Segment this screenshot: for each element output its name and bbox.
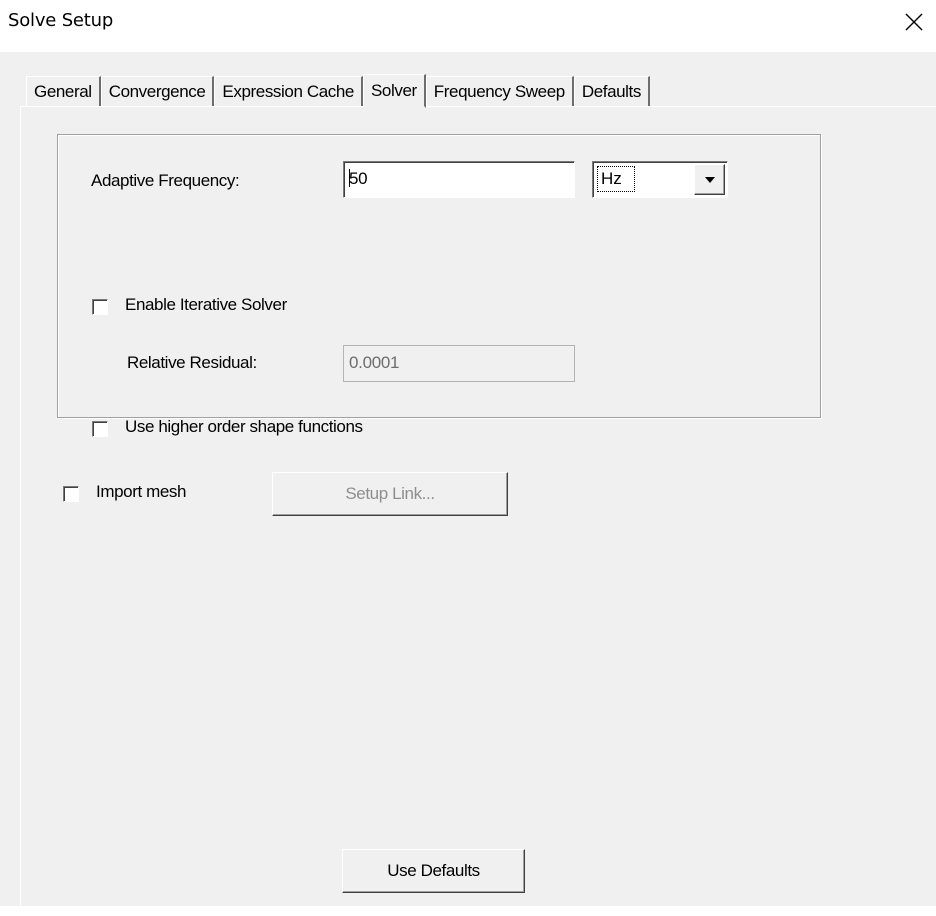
enable-iterative-solver-checkbox[interactable] xyxy=(92,299,108,315)
close-button[interactable] xyxy=(892,0,936,44)
tab-general-label: General xyxy=(34,81,92,101)
relative-residual-label: Relative Residual: xyxy=(127,353,257,372)
tab-strip: General Convergence Expression Cache Sol… xyxy=(26,72,650,108)
import-mesh-checkbox[interactable] xyxy=(63,486,79,502)
adaptive-frequency-value: 50 xyxy=(349,169,368,188)
dialog-client-area: General Convergence Expression Cache Sol… xyxy=(0,52,936,916)
higher-order-shape-functions-label[interactable]: Use higher order shape functions xyxy=(125,417,363,437)
tab-expression-cache[interactable]: Expression Cache xyxy=(214,76,363,106)
tab-solver-label: Solver xyxy=(370,81,417,100)
solver-settings-group: Adaptive Frequency: 50 Hz Enable Iterati… xyxy=(57,134,821,437)
unit-dropdown-button[interactable] xyxy=(694,164,725,195)
tab-frequency-sweep-label: Frequency Sweep xyxy=(433,81,565,101)
relative-residual-value: 0.0001 xyxy=(349,353,400,372)
tab-convergence[interactable]: Convergence xyxy=(100,76,215,106)
chevron-down-icon xyxy=(704,176,715,183)
tab-defaults[interactable]: Defaults xyxy=(573,76,650,106)
adaptive-frequency-input[interactable]: 50 xyxy=(343,161,575,198)
frequency-unit-select[interactable]: Hz xyxy=(592,161,728,198)
setup-link-label: Setup Link... xyxy=(345,484,435,503)
tab-expression-cache-label: Expression Cache xyxy=(222,81,354,101)
use-defaults-label: Use Defaults xyxy=(387,861,480,880)
close-icon xyxy=(905,13,923,31)
setup-link-button[interactable]: Setup Link... xyxy=(272,472,508,516)
import-mesh-label[interactable]: Import mesh xyxy=(96,482,186,502)
frequency-unit-value: Hz xyxy=(597,166,635,192)
tab-solver[interactable]: Solver xyxy=(362,74,426,108)
title-bar: Solve Setup xyxy=(0,0,936,52)
tab-defaults-label: Defaults xyxy=(581,81,642,101)
tab-frequency-sweep[interactable]: Frequency Sweep xyxy=(425,76,574,106)
use-defaults-button[interactable]: Use Defaults xyxy=(342,849,525,893)
adaptive-frequency-label: Adaptive Frequency: xyxy=(91,171,240,190)
tab-convergence-label: Convergence xyxy=(108,81,206,101)
tab-general[interactable]: General xyxy=(26,76,101,106)
enable-iterative-solver-label[interactable]: Enable Iterative Solver xyxy=(125,295,287,315)
relative-residual-input[interactable]: 0.0001 xyxy=(343,345,575,382)
higher-order-shape-functions-checkbox[interactable] xyxy=(92,421,108,437)
window-title: Solve Setup xyxy=(8,10,114,31)
